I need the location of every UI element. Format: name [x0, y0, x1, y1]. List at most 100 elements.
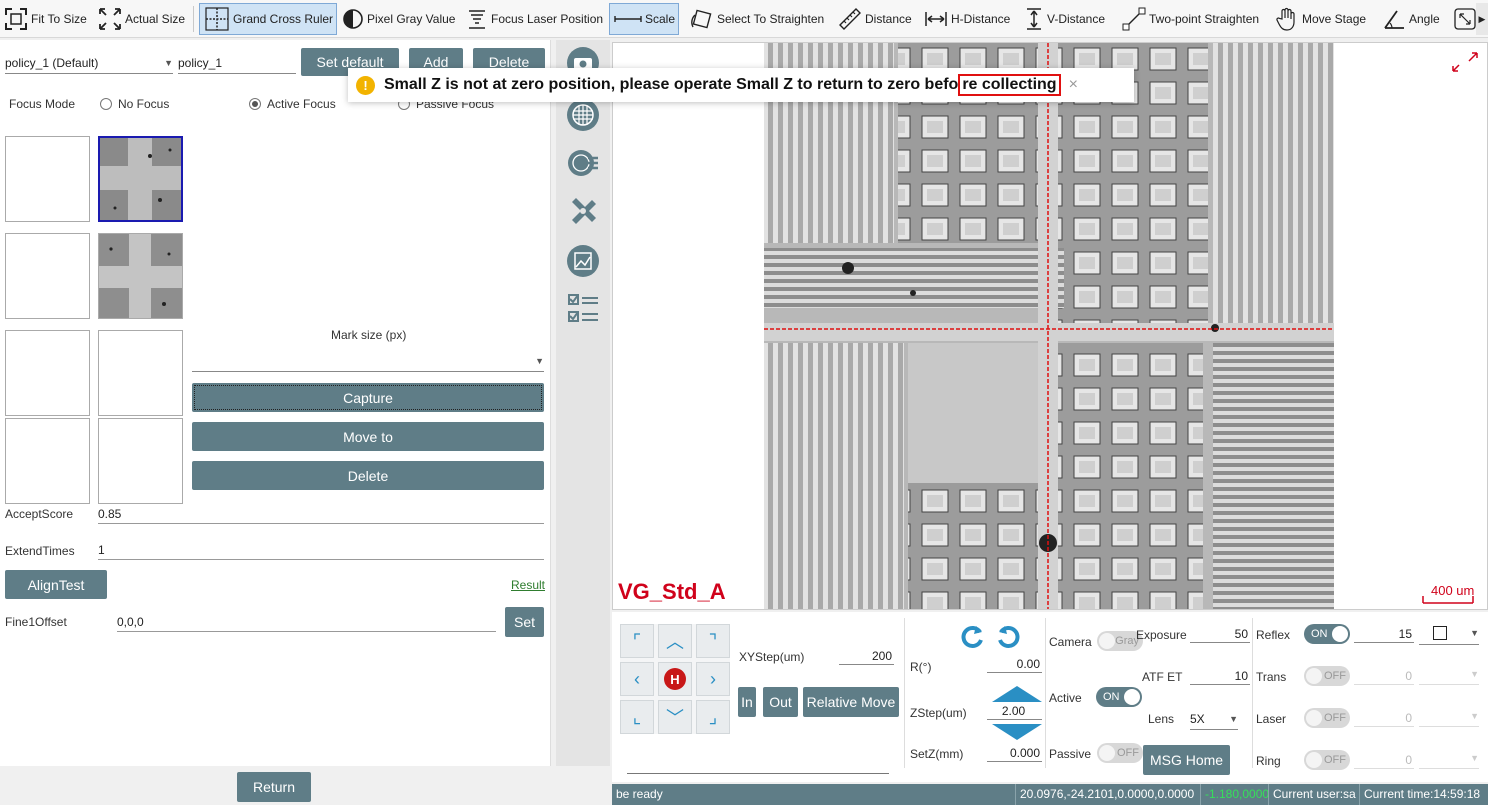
return-button[interactable]: Return	[237, 772, 311, 802]
reflex-toggle[interactable]: ON	[1304, 624, 1350, 644]
rotate-ccw-icon[interactable]	[960, 624, 986, 650]
hand-icon	[1276, 7, 1295, 31]
zoom-in-button[interactable]: In	[738, 687, 756, 717]
mark-thumbnail-empty[interactable]	[5, 136, 90, 222]
extend-times-label: ExtendTimes	[5, 544, 75, 558]
move-to-button[interactable]: Move to	[192, 422, 544, 451]
fit-to-size-button[interactable]: Fit To Size	[4, 3, 87, 35]
xystep-input[interactable]: 200	[839, 647, 894, 665]
straighten-icon	[691, 9, 712, 29]
move-right-button[interactable]: ›	[696, 662, 730, 696]
msg-home-button[interactable]: MSG Home	[1143, 745, 1230, 775]
trans-color-select[interactable]: ▼	[1419, 667, 1479, 685]
exposure-input[interactable]: 50	[1190, 625, 1250, 643]
exposure-label: Exposure	[1136, 628, 1187, 642]
trans-intensity-input[interactable]: 0	[1354, 667, 1414, 685]
reflex-color-select[interactable]: ▼	[1419, 625, 1479, 645]
pixel-gray-value-label: Pixel Gray Value	[367, 12, 456, 26]
image-viewer[interactable]: VG_Std_A 400 um	[612, 42, 1488, 610]
tool-strip	[556, 40, 610, 766]
move-down-left-button[interactable]: ⌞	[620, 700, 654, 734]
move-down-right-button[interactable]: ⌟	[696, 700, 730, 734]
mark-thumbnail[interactable]	[98, 233, 183, 319]
status-z-value: -1.180,0000	[1200, 784, 1273, 805]
move-stage-button[interactable]: Move Stage	[1275, 3, 1366, 35]
image-chart-icon[interactable]	[566, 244, 600, 278]
trans-toggle[interactable]: OFF	[1304, 666, 1350, 686]
result-link[interactable]: Result	[511, 578, 545, 592]
pixel-gray-value-button[interactable]: Pixel Gray Value	[342, 3, 455, 35]
passive-toggle[interactable]: OFF	[1097, 743, 1143, 763]
no-focus-radio[interactable]: No Focus	[100, 97, 169, 111]
fit-to-size-icon	[5, 8, 27, 30]
angle-button[interactable]: Angle	[1382, 3, 1440, 35]
ring-intensity-input[interactable]: 0	[1354, 751, 1414, 769]
reflex-intensity-input[interactable]: 15	[1354, 625, 1414, 643]
actual-size-button[interactable]: Actual Size	[98, 3, 185, 35]
laser-intensity-input[interactable]: 0	[1354, 709, 1414, 727]
set-offset-button[interactable]: Set	[505, 607, 544, 637]
v-distance-button[interactable]: V-Distance	[1024, 3, 1105, 35]
zstep-input[interactable]: 2.00	[987, 702, 1042, 720]
active-focus-radio[interactable]: Active Focus	[249, 97, 336, 111]
accept-score-input[interactable]: 0.85	[98, 504, 544, 524]
move-down-button[interactable]: ﹀	[658, 700, 692, 734]
move-up-left-button[interactable]: ⌜	[620, 624, 654, 658]
distance-label: Distance	[865, 12, 912, 26]
extend-times-input[interactable]: 1	[98, 540, 544, 560]
move-left-button[interactable]: ‹	[620, 662, 654, 696]
rotate-cw-icon[interactable]	[995, 624, 1021, 650]
two-point-straighten-button[interactable]: Two-point Straighten	[1122, 3, 1259, 35]
chevron-up-icon: ︿	[666, 632, 684, 652]
home-icon: H	[664, 668, 686, 690]
grand-cross-ruler-button[interactable]: Grand Cross Ruler	[199, 3, 337, 35]
checklist-icon[interactable]	[566, 292, 600, 326]
mark-thumbnail-selected[interactable]	[98, 136, 183, 222]
home-button[interactable]: H	[658, 662, 692, 696]
ring-color-select[interactable]: ▼	[1419, 751, 1479, 769]
toolbar-scroll-right[interactable]: ▶	[1476, 3, 1488, 35]
r-input[interactable]: 0.00	[987, 655, 1042, 673]
lens-value: 5X	[1190, 712, 1205, 726]
zoom-out-button[interactable]: Out	[763, 687, 798, 717]
mark-size-select[interactable]: ▼	[192, 350, 544, 372]
no-focus-label: No Focus	[118, 97, 170, 111]
setz-input[interactable]: 0.000	[987, 744, 1042, 762]
atf-input[interactable]: 10	[1190, 667, 1250, 685]
expand-button[interactable]	[1454, 3, 1476, 35]
z-up-icon[interactable]	[992, 686, 1042, 702]
move-up-button[interactable]: ︿	[658, 624, 692, 658]
capture-button[interactable]: Capture	[192, 383, 544, 412]
grid-icon[interactable]	[566, 98, 600, 132]
select-to-straighten-button[interactable]: Select To Straighten	[690, 3, 824, 35]
toolbar-divider	[193, 6, 194, 32]
active-toggle[interactable]: ON	[1096, 687, 1142, 707]
mark-thumbnail-empty[interactable]	[5, 418, 90, 504]
wafer-map-icon[interactable]	[566, 146, 600, 180]
fine1-offset-input[interactable]: 0,0,0	[117, 612, 496, 632]
mark-thumbnail-empty[interactable]	[5, 233, 90, 319]
ring-toggle[interactable]: OFF	[1304, 750, 1350, 770]
scale-button[interactable]: Scale	[609, 3, 679, 35]
tools-icon[interactable]	[566, 194, 600, 228]
z-down-icon[interactable]	[992, 724, 1042, 740]
actual-size-icon	[99, 8, 121, 30]
mark-thumbnail-empty[interactable]	[98, 330, 183, 416]
laser-color-select[interactable]: ▼	[1419, 709, 1479, 727]
mark-thumbnail-empty[interactable]	[98, 418, 183, 504]
policy-name-input[interactable]: policy_1	[178, 52, 296, 74]
move-up-right-button[interactable]: ⌝	[696, 624, 730, 658]
policy-select[interactable]: policy_1 (Default) ▼	[5, 52, 173, 74]
close-icon[interactable]: ×	[1069, 76, 1078, 94]
corner-down-left-icon: ⌞	[632, 706, 642, 727]
focus-laser-position-button[interactable]: Focus Laser Position	[466, 3, 603, 35]
align-test-button[interactable]: AlignTest	[5, 570, 107, 599]
mark-thumbnail-empty[interactable]	[5, 330, 90, 416]
distance-button[interactable]: Distance	[838, 3, 912, 35]
laser-toggle[interactable]: OFF	[1304, 708, 1350, 728]
relative-move-button[interactable]: Relative Move	[803, 687, 899, 717]
lens-select[interactable]: 5X ▼	[1190, 708, 1238, 730]
h-distance-button[interactable]: H-Distance	[924, 3, 1010, 35]
delete-mark-button[interactable]: Delete	[192, 461, 544, 490]
scale-icon	[614, 16, 642, 22]
